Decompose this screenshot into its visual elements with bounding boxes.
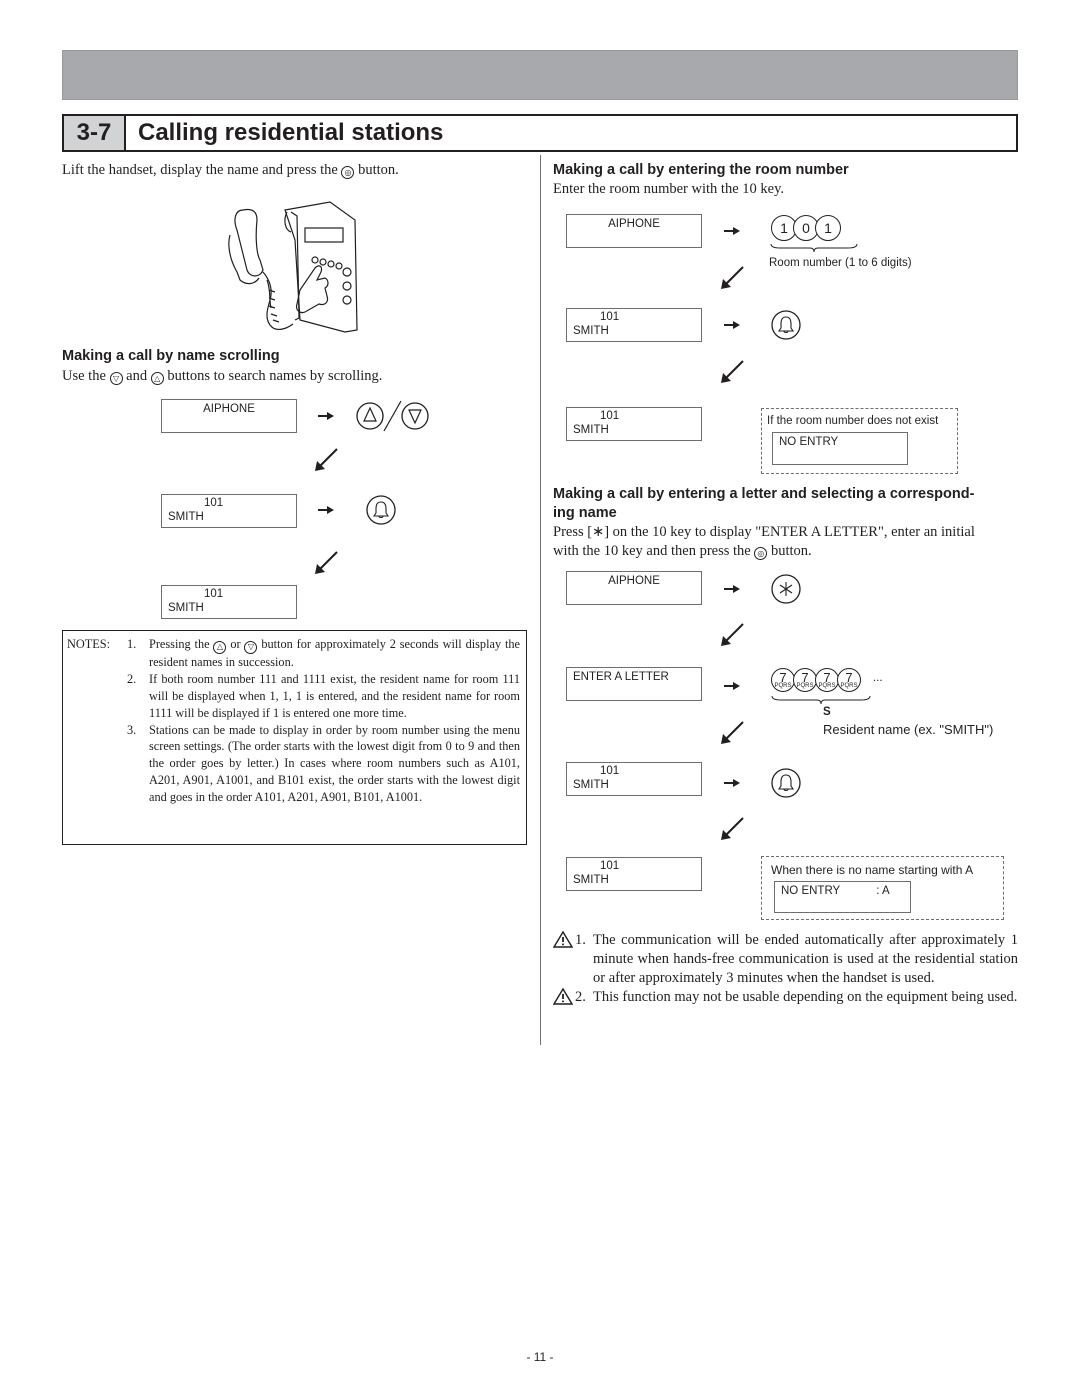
key-7-pqrs: 7 PQRS [837,668,861,692]
no-room-callout: If the room number does not exist NO ENT… [761,408,958,474]
lcd-display: 101 SMITH [566,407,702,441]
section-title-bar: 3-7 Calling residential stations [62,114,1018,152]
call-bell-button-icon [771,768,801,798]
scrolling-heading: Making a call by name scrolling [62,348,280,364]
talk-button-icon: ◎ [341,166,355,179]
call-bell-button-icon [771,310,801,340]
note-item: 2. If both room number 111 and 1111 exis… [127,671,520,720]
key-7-pqrs: 7 PQRS [771,668,795,692]
lcd-display: 101 SMITH [161,585,297,619]
up-down-buttons-icon [356,400,429,432]
warnings-list: 1. The communication will be ended autom… [552,930,1018,1011]
note-item: 3. Stations can be made to display in or… [127,722,520,805]
column-divider [540,155,541,1045]
arrow-right-icon [318,412,334,420]
arrow-down-left-icon [721,360,744,383]
room-digit-keys: 1 0 1 [771,215,841,241]
down-button-icon: ▽ [244,640,258,654]
notes-box: NOTES: 1. Pressing the △ or ▽ button for… [62,630,527,845]
up-button-icon: △ [213,640,227,654]
arrow-right-icon [724,227,740,235]
arrow-down-left-icon [721,817,744,840]
lcd-display: NO ENTRY [772,432,908,465]
section-number: 3-7 [64,116,126,150]
call-bell-button-icon [366,495,396,525]
key-7-pqrs: 7 PQRS [793,668,817,692]
warning-item: 2. This function may not be usable depen… [552,987,1018,1011]
section-title: Calling residential stations [138,119,444,146]
lcd-display: 101 SMITH [566,857,702,891]
intro-text: Lift the handset, display the name and p… [62,162,399,179]
lcd-display: AIPHONE [566,571,702,605]
no-name-callout: When there is no name starting with A NO… [761,856,1004,920]
key-7-pqrs: 7 PQRS [815,668,839,692]
lcd-display: 101 SMITH [566,308,702,342]
up-button-icon: △ [150,372,164,385]
header-banner [62,50,1018,100]
warning-item: 1. The communication will be ended autom… [552,930,1018,988]
warning-icon [552,987,574,1005]
arrow-down-left-icon [315,448,338,471]
handset-illustration-icon [228,201,358,333]
arrow-down-left-icon [721,721,744,744]
asterisk-button-icon [771,574,801,604]
lcd-display: AIPHONE [161,399,297,433]
arrow-right-icon [318,506,334,514]
scrolling-description: Use the ▽ and △ buttons to search names … [62,368,383,385]
brace-icon [770,243,858,253]
letter-heading: Making a call by entering a letter and s… [553,486,975,521]
arrow-right-icon [724,321,740,329]
talk-button-icon: ◎ [754,547,768,560]
arrow-down-left-icon [315,551,338,574]
lcd-display: ENTER A LETTER [566,667,702,701]
room-digits-caption: Room number (1 to 6 digits) [769,257,912,269]
lcd-display: 101 SMITH [566,762,702,796]
brace-icon [771,695,871,705]
room-number-heading: Making a call by entering the room numbe… [553,162,849,178]
room-number-description: Enter the room number with the 10 key. [553,181,785,197]
page-number: - 11 - [526,1350,554,1364]
warning-icon [552,930,574,948]
lcd-display: 101 SMITH [161,494,297,528]
letter-description: Press [∗] on the 10 key to display "ENTE… [553,524,975,560]
letter-key-sequence: 7 PQRS 7 PQRS 7 PQRS 7 PQRS ... [771,668,883,692]
result-letter: S [823,706,831,718]
arrow-down-left-icon [721,266,744,289]
lcd-display: NO ENTRY: A [774,881,911,913]
arrow-right-icon [724,779,740,787]
arrow-right-icon [724,682,740,690]
digit-key: 1 [815,215,841,241]
arrow-right-icon [724,585,740,593]
arrow-down-left-icon [721,623,744,646]
down-button-icon: ▽ [109,372,123,385]
lcd-display: AIPHONE [566,214,702,248]
result-caption: Resident name (ex. "SMITH") [823,722,994,737]
note-item: NOTES: 1. Pressing the △ or ▽ button for… [67,637,520,669]
